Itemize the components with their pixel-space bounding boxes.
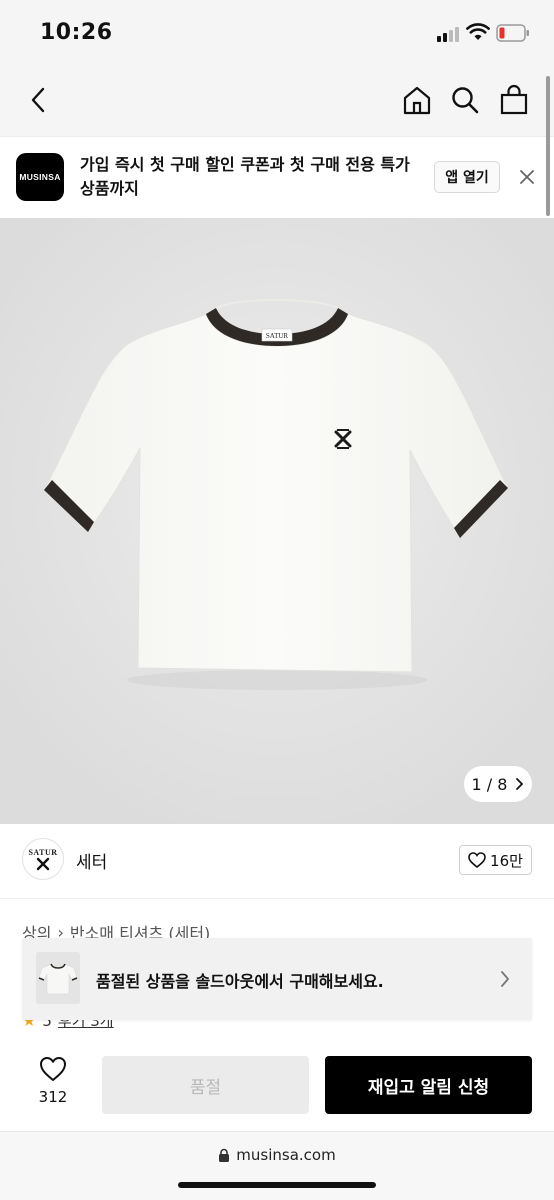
heart-icon: [40, 1057, 66, 1081]
cart-button[interactable]: [494, 80, 534, 120]
home-indicator[interactable]: [178, 1182, 376, 1188]
banner-message: 가입 즉시 첫 구매 할인 쿠폰과 첫 구매 전용 특가 상품까지: [80, 155, 410, 198]
brand-logo[interactable]: SATUR: [22, 838, 64, 880]
url-text: musinsa.com: [236, 1146, 336, 1164]
image-counter-total: 8: [497, 774, 508, 794]
soldout-toast-message: 품절된 상품을 솔드아웃에서 구매해보세요.: [96, 972, 384, 991]
shirt-label-text: SATUR: [266, 332, 289, 340]
product-like-button[interactable]: 312: [24, 1056, 82, 1112]
image-counter-separator: /: [486, 774, 493, 794]
tshirt-illustration: SATUR: [0, 218, 554, 824]
image-counter[interactable]: 1 / 8: [464, 766, 532, 802]
product-like-count: 312: [38, 1088, 68, 1106]
banner-close-button[interactable]: [514, 164, 540, 190]
cellular-signal-icon: [437, 26, 463, 42]
lock-icon: [219, 1148, 230, 1162]
home-button[interactable]: [397, 80, 437, 120]
brand-like-button[interactable]: 16만: [459, 845, 532, 875]
brand-logo-text: SATUR: [28, 847, 58, 857]
wifi-icon: [466, 22, 490, 42]
soldout-toast[interactable]: 품절된 상품을 솔드아웃에서 구매해보세요.: [22, 938, 532, 1020]
open-app-button[interactable]: 앱 열기: [434, 161, 500, 193]
chevron-right-icon: [501, 971, 509, 987]
home-icon: [403, 86, 431, 115]
product-image[interactable]: SATUR: [0, 218, 554, 824]
toast-thumbnail: [36, 952, 80, 1004]
browser-url-bar[interactable]: musinsa.com: [0, 1132, 554, 1200]
battery-icon: [496, 24, 530, 42]
heart-icon: [468, 852, 486, 868]
chevron-left-icon: [31, 87, 45, 113]
search-icon: [452, 87, 479, 114]
restock-alert-button[interactable]: 재입고 알림 신청: [325, 1056, 532, 1114]
scroll-indicator[interactable]: [546, 76, 550, 216]
back-button[interactable]: [18, 80, 58, 120]
brand-logo-mark-icon: [36, 857, 50, 870]
soldout-button[interactable]: 품절: [102, 1056, 309, 1114]
musinsa-app-logo: MUSINSA: [16, 153, 64, 201]
status-bar: 10:26: [0, 0, 554, 66]
brand-name[interactable]: 세터: [76, 848, 107, 873]
status-time: 10:26: [40, 20, 113, 45]
search-button[interactable]: [445, 80, 485, 120]
navigation-bar: [0, 66, 554, 136]
section-divider: [0, 898, 554, 899]
chevron-right-icon: [516, 778, 524, 790]
close-icon: [520, 170, 534, 184]
brand-like-count: 16만: [490, 851, 523, 870]
shopping-bag-icon: [500, 84, 528, 115]
image-counter-current: 1: [471, 774, 482, 794]
